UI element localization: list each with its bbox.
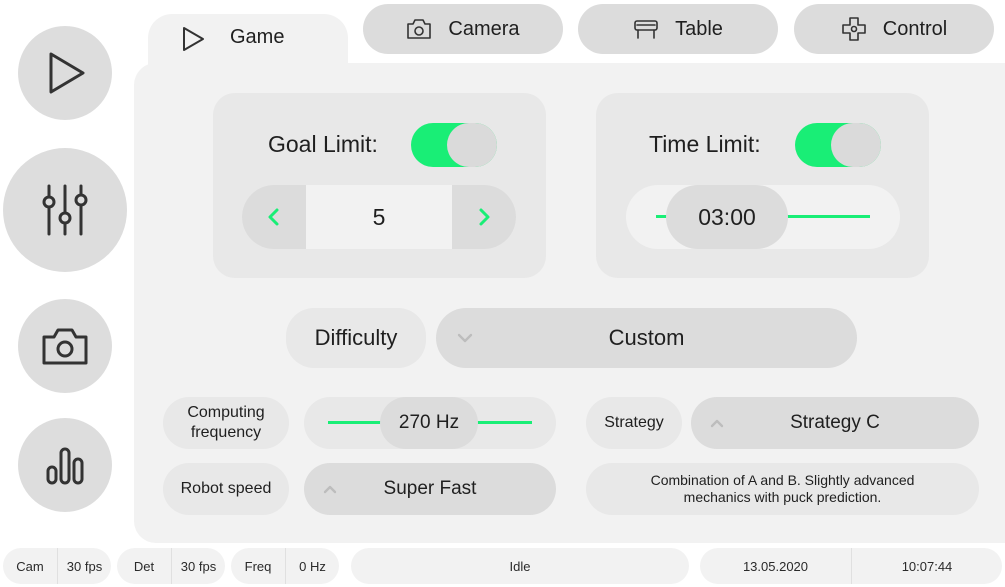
status-time: 10:07:44 [851,548,1002,584]
time-limit-value: 03:00 [698,203,756,230]
tab-table[interactable]: Table [578,4,778,54]
chevron-up-icon [323,485,337,494]
strategy-dropdown[interactable]: Strategy C [691,397,979,449]
frequency-slider-handle[interactable]: 270 Hz [380,397,478,449]
play-icon [183,27,204,51]
tab-camera-label: Camera [448,17,520,40]
tab-table-label: Table [675,17,723,40]
bar-chart-icon [46,447,84,485]
robot-speed-value: Super Fast [383,478,477,499]
strategy-label: Strategy [586,397,682,449]
goal-limit-label: Goal Limit: [268,131,378,157]
time-limit-slider-handle[interactable]: 03:00 [666,185,788,249]
difficulty-value: Custom [608,325,685,350]
status-det-label: Det [133,558,155,574]
status-cam: Cam 30 fps [3,548,111,584]
time-limit-label: Time Limit: [649,131,761,157]
sidebar-item-play[interactable] [18,26,112,120]
increment-button[interactable] [452,185,516,249]
status-state-value: Idle [509,558,531,574]
chevron-left-icon [268,208,279,226]
chevron-down-icon [457,333,473,343]
goal-limit-stepper: 5 [242,185,516,249]
status-freq: Freq 0 Hz [231,548,339,584]
status-det: Det 30 fps [117,548,225,584]
status-date: 13.05.2020 [742,558,809,574]
robot-speed-label: Robot speed [163,463,289,515]
play-icon [49,52,85,94]
difficulty-label: Difficulty [286,308,426,368]
sliders-icon [42,184,88,236]
status-freq-value: 0 Hz [285,548,339,584]
camera-icon [407,19,432,39]
tab-control-label: Control [882,17,948,40]
goal-limit-toggle[interactable] [411,123,497,167]
computing-frequency-label: Computing frequency [163,397,289,449]
table-icon [634,20,658,39]
chevron-up-icon [710,419,724,428]
status-cam-value: 30 fps [57,548,111,584]
status-datetime: 13.05.2020 10:07:44 [700,548,1002,584]
status-state: Idle [351,548,689,584]
status-cam-label: Cam [16,558,44,574]
camera-icon [42,328,88,365]
sidebar-item-camera[interactable] [18,299,112,393]
tab-game[interactable]: Game [148,14,348,74]
difficulty-dropdown[interactable]: Custom [436,308,857,368]
frequency-slider-fill-left [328,421,384,424]
strategy-description: Combination of A and B. Slightly advance… [586,463,979,515]
gamepad-icon [841,17,866,41]
frequency-value: 270 Hz [398,412,460,433]
status-det-value: 30 fps [171,548,225,584]
goal-limit-value: 5 [372,203,386,230]
chevron-right-icon [479,208,490,226]
sidebar-item-settings[interactable] [3,148,127,272]
tab-camera[interactable]: Camera [363,4,563,54]
strategy-value: Strategy C [790,412,880,433]
tab-control[interactable]: Control [794,4,994,54]
time-slider-fill-right [786,215,870,218]
robot-speed-dropdown[interactable]: Super Fast [304,463,556,515]
frequency-slider-fill-right [476,421,532,424]
decrement-button[interactable] [242,185,306,249]
sidebar-item-stats[interactable] [18,418,112,512]
time-limit-toggle[interactable] [795,123,881,167]
status-freq-label: Freq [244,558,272,574]
tab-game-label: Game [230,26,285,48]
